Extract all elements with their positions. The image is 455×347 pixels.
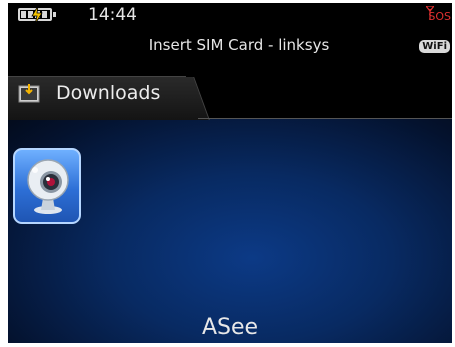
tab-divider [198, 118, 452, 119]
downloads-folder-icon [18, 84, 40, 103]
focused-app-name: ASee [201, 315, 259, 340]
network-status: Insert SIM Card - linksys [148, 36, 330, 54]
status-bar: 14:44 Insert SIM Card - linksys SOS WiFi [8, 3, 452, 71]
battery-charging-icon [18, 6, 56, 24]
clock-time: 14:44 [88, 5, 137, 25]
app-asee[interactable] [13, 148, 81, 224]
folder-tab-bar: Downloads [8, 71, 452, 120]
tab-label: Downloads [56, 82, 161, 104]
sos-indicator: SOS [428, 10, 451, 23]
device-screen: 14:44 Insert SIM Card - linksys SOS WiFi… [8, 3, 452, 343]
wifi-icon: WiFi [419, 40, 450, 53]
webcam-icon [27, 159, 69, 214]
